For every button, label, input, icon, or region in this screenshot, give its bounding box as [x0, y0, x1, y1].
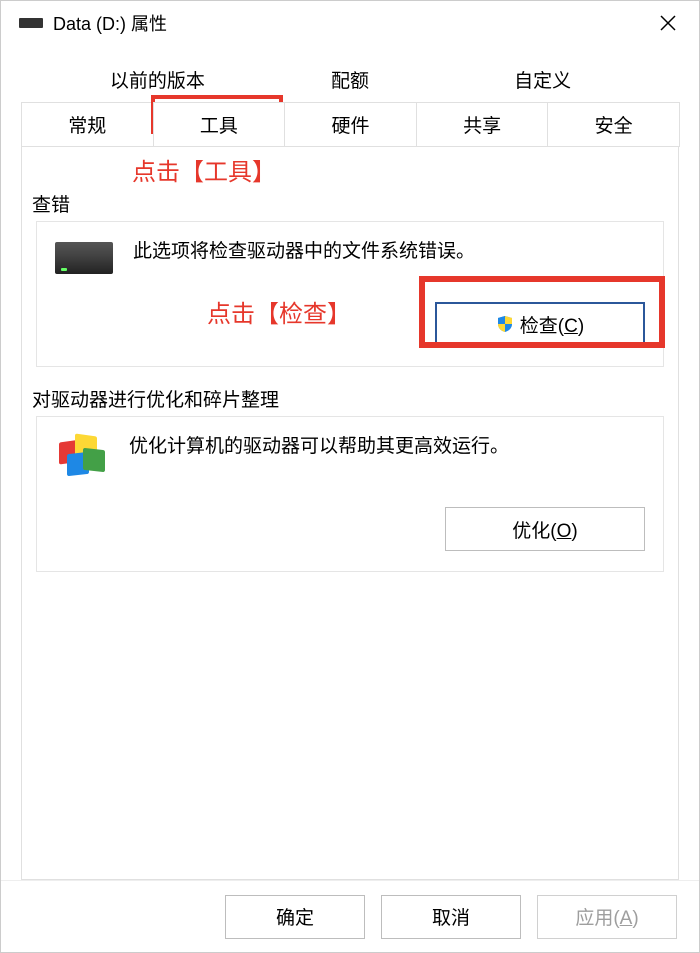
- optimize-group: 优化计算机的驱动器可以帮助其更高效运行。 优化(O): [36, 416, 664, 572]
- apply-button[interactable]: 应用(A): [537, 895, 677, 939]
- window-title: Data (D:) 属性: [53, 10, 645, 36]
- optimize-button-label: 优化(O): [512, 516, 577, 543]
- optimize-group-label: 对驱动器进行优化和碎片整理: [32, 385, 668, 412]
- error-check-group: 此选项将检查驱动器中的文件系统错误。 检查(C) 点击【检查】: [36, 221, 664, 367]
- tabs-container: 以前的版本 配额 自定义 常规 工具 硬件 共享 安全: [21, 57, 679, 147]
- apply-button-label: 应用(A): [575, 903, 638, 930]
- error-check-description: 此选项将检查驱动器中的文件系统错误。: [133, 238, 475, 267]
- tab-sharing[interactable]: 共享: [416, 102, 549, 147]
- ok-button[interactable]: 确定: [225, 895, 365, 939]
- tab-hardware[interactable]: 硬件: [284, 102, 417, 147]
- close-button[interactable]: [645, 1, 691, 45]
- annotation-click-tools: 点击【工具】: [132, 152, 276, 187]
- optimize-description: 优化计算机的驱动器可以帮助其更高效运行。: [129, 433, 509, 462]
- tab-quota[interactable]: 配额: [254, 57, 447, 102]
- check-button[interactable]: 检查(C): [435, 302, 645, 346]
- uac-shield-icon: [496, 315, 514, 333]
- tab-previous-versions[interactable]: 以前的版本: [61, 57, 254, 102]
- titlebar: Data (D:) 属性: [1, 1, 699, 45]
- tabs-row-2: 常规 工具 硬件 共享 安全: [21, 102, 679, 147]
- tab-customize[interactable]: 自定义: [446, 57, 639, 102]
- drive-icon: [19, 18, 43, 28]
- close-icon: [660, 15, 676, 31]
- dialog-footer: 确定 取消 应用(A): [1, 880, 699, 952]
- cancel-button[interactable]: 取消: [381, 895, 521, 939]
- optimize-button[interactable]: 优化(O): [445, 507, 645, 551]
- error-check-group-label: 查错: [32, 190, 668, 217]
- content-area: 以前的版本 配额 自定义 常规 工具 硬件 共享 安全 点击【工具】 查错 此选…: [1, 45, 699, 880]
- check-button-label: 检查(C): [520, 311, 584, 338]
- defrag-icon: [59, 435, 109, 479]
- tabs-row-1: 以前的版本 配额 自定义: [21, 57, 679, 102]
- tab-general[interactable]: 常规: [21, 102, 154, 147]
- tools-tab-panel: 点击【工具】 查错 此选项将检查驱动器中的文件系统错误。 检查(C) 点击【检查…: [21, 146, 679, 880]
- drive-icon: [55, 242, 113, 274]
- properties-dialog: Data (D:) 属性 以前的版本 配额 自定义 常规 工具 硬件 共享 安全…: [0, 0, 700, 953]
- tab-tools[interactable]: 工具: [153, 102, 286, 147]
- tab-security[interactable]: 安全: [547, 102, 680, 147]
